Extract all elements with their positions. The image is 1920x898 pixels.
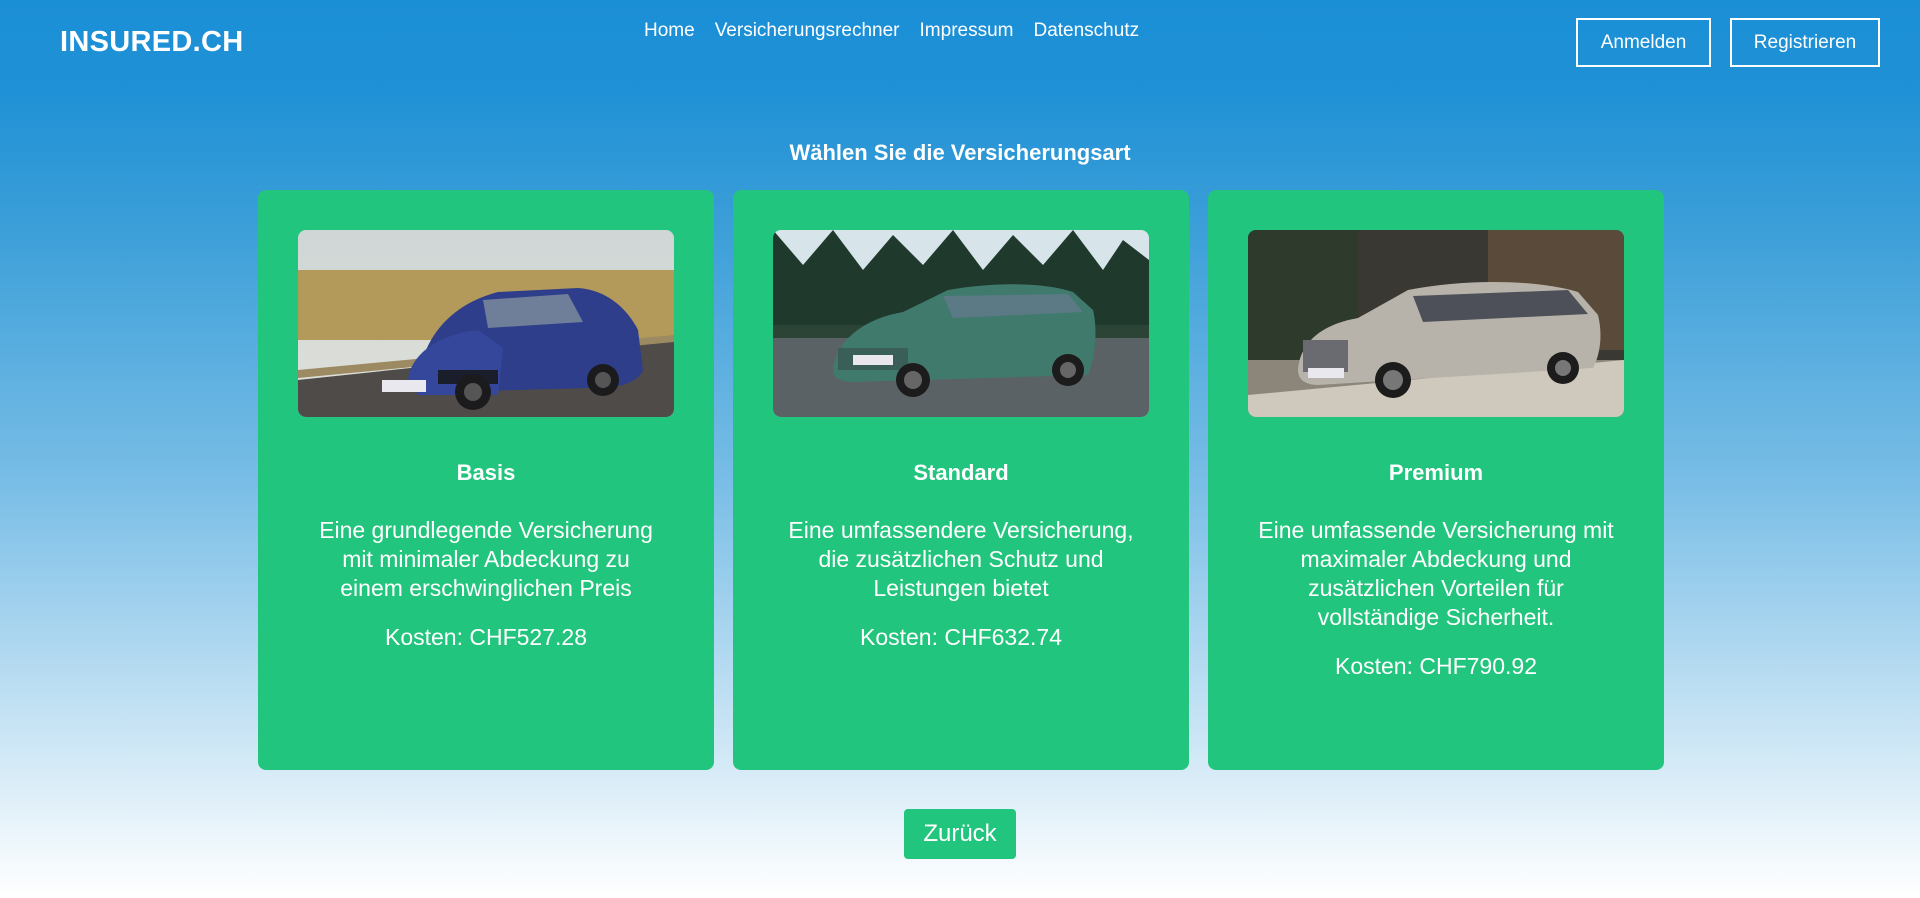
nav-impressum[interactable]: Impressum <box>920 20 1014 42</box>
card-premium[interactable]: Premium Eine umfassende Versicherung mit… <box>1208 190 1664 770</box>
card-title: Premium <box>1388 460 1484 485</box>
card-title: Basis <box>456 460 516 485</box>
back-button[interactable]: Zurück <box>904 809 1016 859</box>
card-description: Eine umfassendere Versicherung, die zusä… <box>783 516 1139 652</box>
card-description: Eine umfassende Versicherung mit maximal… <box>1258 516 1614 681</box>
login-button[interactable]: Anmelden <box>1576 18 1711 67</box>
card-price: Kosten: CHF790.92 <box>1334 653 1537 679</box>
card-standard[interactable]: Standard Eine umfassendere Versicherung,… <box>733 190 1189 770</box>
blue-hatchback-car-photo <box>298 230 674 417</box>
nav-versicherungsrechner[interactable]: Versicherungsrechner <box>715 20 900 42</box>
card-title: Standard <box>913 460 1009 485</box>
card-price: Kosten: CHF632.74 <box>859 624 1062 650</box>
card-description-text: Eine grundlegende Versicherung mit minim… <box>319 517 653 601</box>
nav-datenschutz[interactable]: Datenschutz <box>1033 20 1139 42</box>
card-description-text: Eine umfassende Versicherung mit maximal… <box>1258 517 1614 630</box>
page-title: Wählen Sie die Versicherungsart <box>789 140 1131 165</box>
green-station-wagon-car-photo <box>773 230 1149 417</box>
card-price: Kosten: CHF527.28 <box>384 624 587 650</box>
main-nav: Home Versicherungsrechner Impressum Date… <box>644 20 1139 42</box>
card-description-text: Eine umfassendere Versicherung, die zusä… <box>788 517 1134 601</box>
register-button[interactable]: Registrieren <box>1730 18 1880 67</box>
card-basis[interactable]: Basis Eine grundlegende Versicherung mit… <box>258 190 714 770</box>
logo[interactable]: INSURED.CH <box>60 26 243 59</box>
card-description: Eine grundlegende Versicherung mit minim… <box>308 516 664 652</box>
header: INSURED.CH Home Versicherungsrechner Imp… <box>0 0 1920 90</box>
nav-home[interactable]: Home <box>644 20 695 42</box>
silver-luxury-sedan-car-photo <box>1248 230 1624 417</box>
